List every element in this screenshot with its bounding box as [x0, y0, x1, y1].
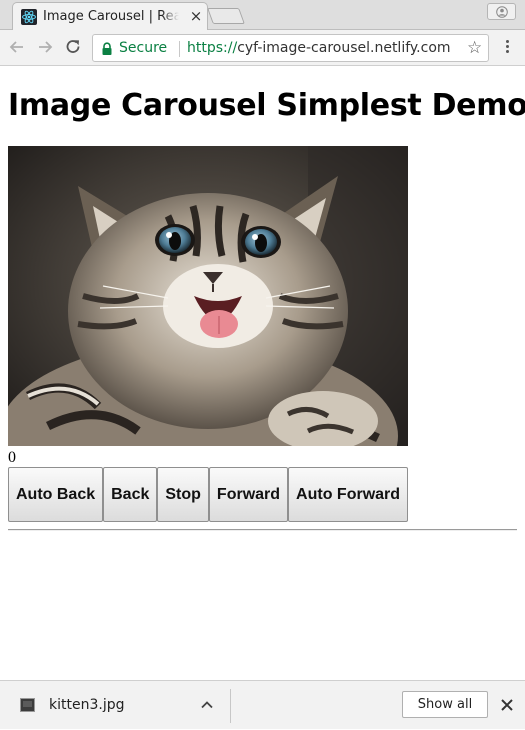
url-text[interactable]: https://cyf-image-carousel.netlify.com	[187, 40, 451, 56]
bookmark-star-icon[interactable]: ☆	[467, 39, 482, 57]
close-icon[interactable]	[498, 696, 516, 714]
tab-title: Image Carousel | React App	[43, 9, 179, 24]
tab-strip: Image Carousel | React App ×	[0, 0, 525, 30]
page-content: Image Carousel Simplest Demo 0 Auto Back…	[0, 67, 525, 680]
page-title: Image Carousel Simplest Demo	[8, 88, 525, 123]
profile-button[interactable]	[487, 3, 516, 20]
download-item[interactable]: kitten3.jpg	[0, 681, 230, 730]
chevron-up-icon[interactable]	[199, 697, 215, 713]
auto-back-button[interactable]: Auto Back	[8, 467, 104, 522]
address-bar[interactable]: Secure https://cyf-image-carousel.netlif…	[92, 34, 489, 62]
react-icon	[21, 9, 37, 25]
url-scheme: https://	[187, 40, 238, 56]
security-indicator: Secure	[119, 40, 168, 56]
carousel-controls: Auto Back Back Stop Forward Auto Forward	[8, 467, 409, 522]
show-all-button[interactable]: Show all	[402, 691, 488, 718]
browser-toolbar: Secure https://cyf-image-carousel.netlif…	[0, 30, 525, 66]
back-arrow-icon[interactable]	[7, 37, 27, 57]
lock-icon	[102, 42, 112, 55]
image-index-counter: 0	[8, 449, 16, 466]
forward-button[interactable]: Forward	[208, 467, 289, 522]
browser-tab[interactable]: Image Carousel | React App ×	[12, 2, 208, 30]
carousel-image	[8, 146, 408, 446]
image-file-icon	[20, 698, 35, 712]
url-host: cyf-image-carousel.netlify.com	[237, 40, 451, 56]
tab-close-icon[interactable]: ×	[189, 8, 203, 24]
horizontal-rule	[8, 529, 517, 531]
reload-icon[interactable]	[63, 37, 83, 57]
forward-arrow-icon[interactable]	[35, 37, 55, 57]
auto-forward-button[interactable]: Auto Forward	[288, 467, 409, 522]
new-tab-button[interactable]	[207, 8, 245, 24]
back-button[interactable]: Back	[103, 467, 158, 522]
download-filename: kitten3.jpg	[49, 697, 125, 713]
omnibox-divider	[179, 41, 180, 57]
stop-button[interactable]: Stop	[157, 467, 209, 522]
browser-menu-icon[interactable]	[500, 38, 514, 58]
kitten-photo	[8, 146, 408, 446]
person-icon	[496, 6, 508, 18]
download-shelf: kitten3.jpg Show all	[0, 680, 525, 729]
shelf-divider	[230, 689, 231, 723]
